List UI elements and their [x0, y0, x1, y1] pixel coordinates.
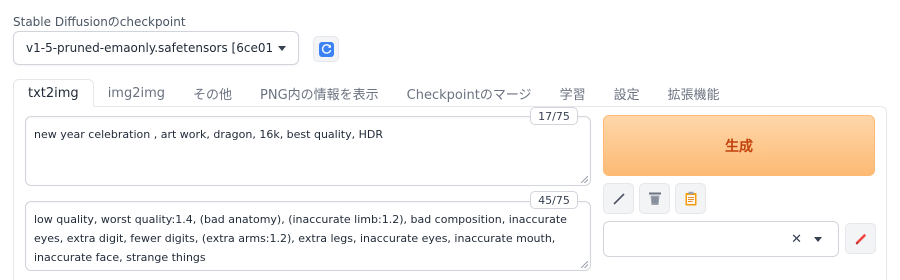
main-tabs: txt2img img2img その他 PNG内の情報を表示 Checkpoin…: [13, 79, 734, 107]
checkpoint-label: Stable Diffusionのcheckpoint: [13, 15, 186, 29]
generate-button[interactable]: 生成: [603, 115, 875, 176]
clipboard-icon: [685, 191, 696, 206]
tab-train[interactable]: 学習: [546, 79, 600, 107]
pencil-icon: [855, 233, 866, 244]
arrow-icon: [612, 192, 625, 205]
prompt-text: new year celebration , art work, dragon,…: [34, 128, 383, 141]
tab-img2img[interactable]: img2img: [94, 79, 179, 107]
read-params-button[interactable]: [603, 183, 634, 214]
prompt-token-counter: 17/75: [530, 107, 578, 125]
tab-png-info[interactable]: PNG内の情報を表示: [246, 79, 393, 107]
edit-styles-button[interactable]: [845, 223, 876, 254]
refresh-checkpoint-button[interactable]: [313, 36, 339, 62]
tab-extensions[interactable]: 拡張機能: [654, 79, 734, 107]
tab-settings[interactable]: 設定: [600, 79, 654, 107]
resize-handle-icon[interactable]: [581, 176, 588, 183]
tab-extras[interactable]: その他: [179, 79, 246, 107]
clear-prompt-button[interactable]: [639, 183, 670, 214]
negative-prompt-text: low quality, worst quality:1.4, (bad ana…: [34, 213, 567, 264]
chevron-down-icon: [814, 236, 822, 242]
resize-handle-icon[interactable]: [581, 261, 588, 268]
negative-prompt-token-counter: 45/75: [530, 191, 578, 209]
tab-txt2img[interactable]: txt2img: [13, 79, 94, 107]
tab-checkpoint-merger[interactable]: Checkpointのマージ: [393, 79, 546, 107]
styles-dropdown[interactable]: ✕: [603, 221, 839, 257]
close-icon[interactable]: ✕: [791, 232, 802, 247]
paste-styles-button[interactable]: [675, 183, 706, 214]
negative-prompt-input[interactable]: low quality, worst quality:1.4, (bad ana…: [25, 201, 591, 271]
prompt-input[interactable]: new year celebration , art work, dragon,…: [25, 116, 591, 186]
chevron-down-icon: [278, 45, 286, 51]
checkpoint-dropdown[interactable]: v1-5-pruned-emaonly.safetensors [6ce0161…: [13, 31, 299, 65]
checkpoint-selected-value: v1-5-pruned-emaonly.safetensors [6ce0161…: [26, 41, 272, 55]
trash-icon: [648, 192, 661, 205]
refresh-icon: [318, 41, 334, 57]
